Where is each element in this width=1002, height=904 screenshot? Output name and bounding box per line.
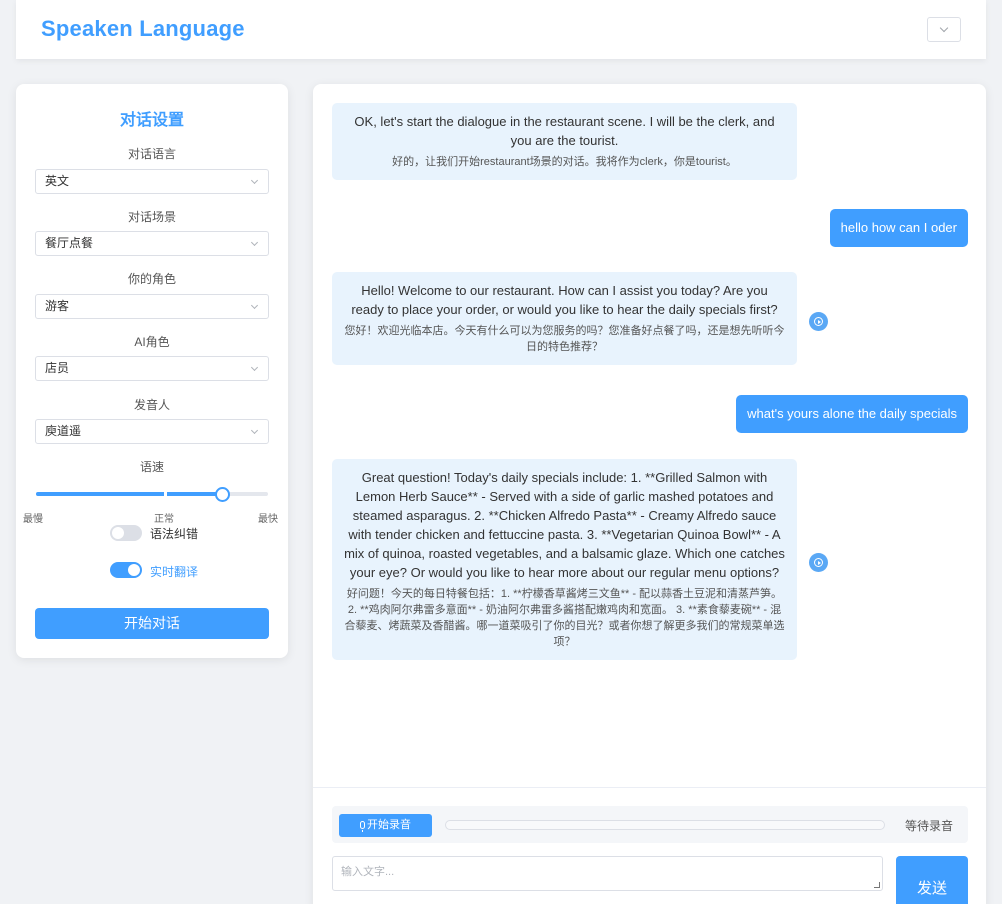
chevron-down-icon xyxy=(250,301,259,310)
language-select[interactable]: 英文 xyxy=(35,169,269,194)
speed-mark-slowest: 最慢 xyxy=(23,514,43,525)
start-recording-button[interactable]: 开始录音 xyxy=(339,814,432,837)
start-dialogue-button[interactable]: 开始对话 xyxy=(35,608,269,639)
speaker-select[interactable]: 庾道遥 xyxy=(35,419,269,444)
start-recording-label: 开始录音 xyxy=(367,819,411,831)
composer-divider xyxy=(313,787,986,788)
play-circle-icon xyxy=(814,558,823,567)
ai-message: Hello! Welcome to our restaurant. How ca… xyxy=(332,272,797,365)
user-message: what's yours alone the daily specials xyxy=(736,395,968,433)
switch-knob xyxy=(128,564,140,576)
play-audio-button[interactable] xyxy=(809,312,828,331)
user-role-select-value: 游客 xyxy=(45,299,70,313)
ai-role-label: AI角色 xyxy=(134,335,170,349)
send-button[interactable]: 发送 xyxy=(896,856,968,904)
chevron-down-icon xyxy=(250,363,259,372)
settings-title: 对话设置 xyxy=(119,112,184,129)
settings-panel: 对话设置 对话语言 英文 对话场景 餐厅点餐 你的角色 游客 AI角色 店员 发… xyxy=(16,84,288,658)
scene-select[interactable]: 餐厅点餐 xyxy=(35,231,269,256)
microphone-icon xyxy=(360,821,365,832)
speed-slider-thumb[interactable] xyxy=(214,487,230,502)
speed-mark-normal: 正常 xyxy=(154,514,174,525)
speed-slider-fill xyxy=(36,492,222,496)
play-circle-icon xyxy=(814,317,823,326)
scene-select-value: 餐厅点餐 xyxy=(45,236,94,250)
chevron-down-icon xyxy=(250,176,259,185)
chevron-down-icon xyxy=(250,426,259,435)
ai-role-select-value: 店员 xyxy=(45,361,70,375)
language-select-value: 英文 xyxy=(45,174,70,188)
language-label: 对话语言 xyxy=(127,147,176,161)
recording-progress-bar xyxy=(445,820,885,830)
user-role-select[interactable]: 游客 xyxy=(35,294,269,319)
record-bar: 开始录音 等待录音 xyxy=(332,806,968,843)
ai-role-select[interactable]: 店员 xyxy=(35,356,269,381)
switch-knob xyxy=(112,527,124,539)
ai-message: OK, let's start the dialogue in the rest… xyxy=(332,103,797,180)
chevron-down-icon xyxy=(250,238,259,247)
ai-message-text: OK, let's start the dialogue in the rest… xyxy=(354,114,775,148)
chat-panel: OK, let's start the dialogue in the rest… xyxy=(313,84,986,904)
ai-message-translation: 好问题！今天的每日特餐包括：1. **柠檬香草酱烤三文鱼** - 配以蒜香土豆泥… xyxy=(344,588,785,648)
speed-slider[interactable] xyxy=(36,487,268,502)
speaker-label: 发音人 xyxy=(133,398,170,412)
chevron-down-icon xyxy=(939,23,949,33)
ai-message-text: Great question! Today's daily specials i… xyxy=(344,470,785,580)
header-menu-button[interactable] xyxy=(927,17,961,42)
ai-message-translation: 您好！欢迎光临本店。今天有什么可以为您服务的吗？您准备好点餐了吗，还是想先听听今… xyxy=(344,325,785,353)
user-message: hello how can I oder xyxy=(829,209,968,247)
ai-message-translation: 好的，让我们开始restaurant场景的对话。我将作为clerk，你是tour… xyxy=(392,156,737,168)
ai-message-text: Hello! Welcome to our restaurant. How ca… xyxy=(351,283,778,317)
message-input[interactable] xyxy=(332,856,883,891)
app-header: Speaken Language xyxy=(16,0,986,59)
grammar-correction-switch[interactable] xyxy=(110,525,142,541)
grammar-correction-label: 语法纠错 xyxy=(150,527,199,541)
play-audio-button[interactable] xyxy=(809,553,828,572)
speed-slider-stop xyxy=(164,492,167,496)
recording-status: 等待录音 xyxy=(904,819,953,833)
live-translation-switch[interactable] xyxy=(110,562,142,578)
app-title: Speaken Language xyxy=(41,16,245,41)
live-translation-label: 实时翻译 xyxy=(150,565,199,579)
scene-label: 对话场景 xyxy=(127,210,176,224)
ai-message: Great question! Today's daily specials i… xyxy=(332,459,797,660)
speed-label: 语速 xyxy=(139,460,164,474)
speed-mark-fastest: 最快 xyxy=(258,514,278,525)
resize-handle-icon[interactable] xyxy=(874,882,880,888)
user-role-label: 你的角色 xyxy=(127,272,176,286)
speaker-select-value: 庾道遥 xyxy=(45,424,82,438)
